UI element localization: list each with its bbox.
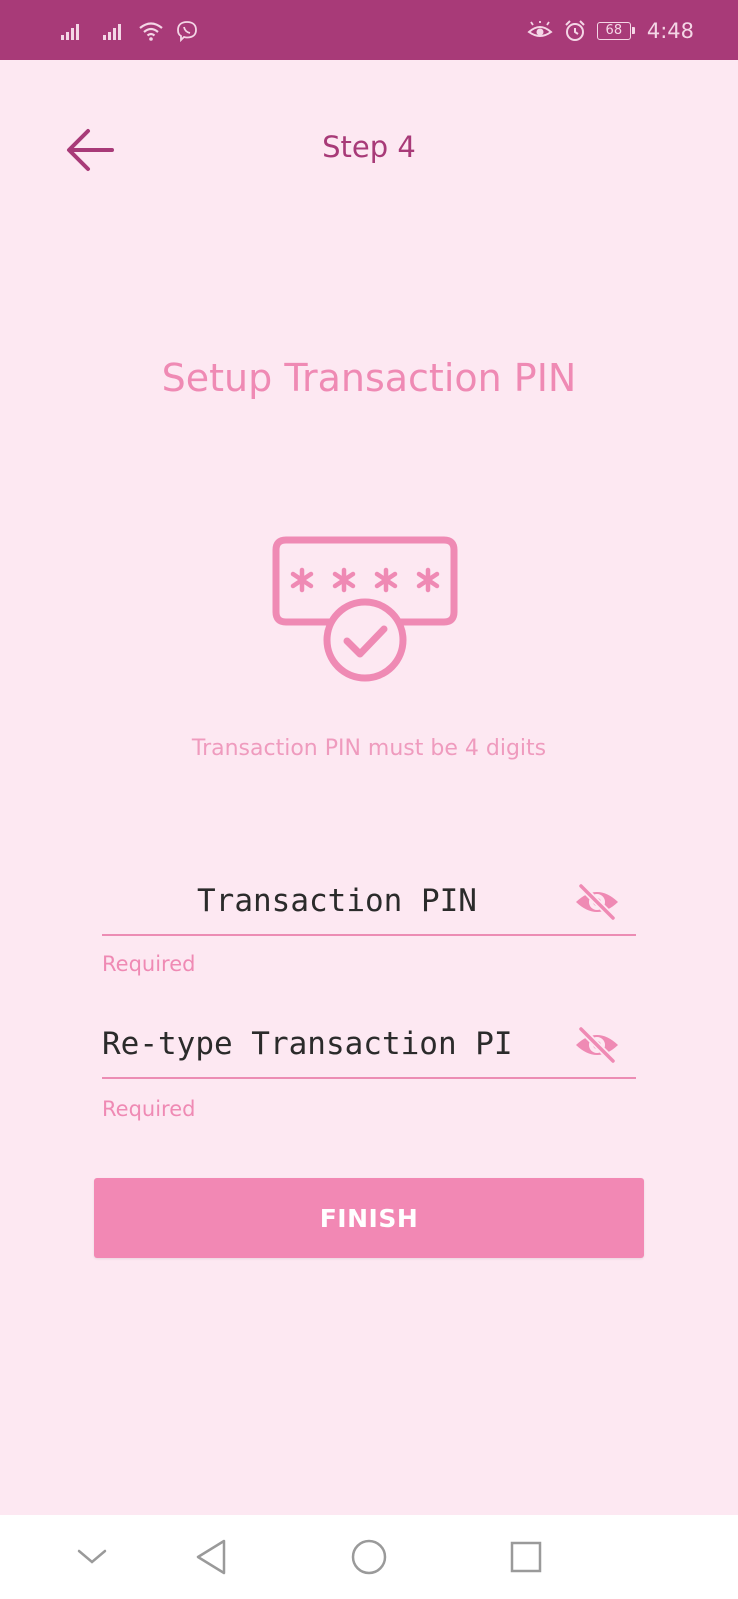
signal-icon: [61, 24, 79, 40]
page-title: Step 4: [322, 130, 416, 164]
setup-heading: Setup Transaction PIN: [161, 356, 577, 400]
navigation-bar: [0, 1515, 738, 1599]
hide-nav-button[interactable]: [70, 1535, 114, 1579]
toggle-pin-visibility-button[interactable]: [572, 882, 622, 922]
finish-button[interactable]: FINISH: [94, 1178, 644, 1258]
alarm-icon: [565, 20, 585, 41]
retype-pin-input[interactable]: [102, 1013, 572, 1075]
toggle-retype-visibility-button[interactable]: [572, 1025, 622, 1065]
recents-square-icon: [510, 1541, 542, 1573]
status-left-icons: [60, 16, 198, 46]
battery-indicator: 68: [596, 22, 635, 40]
back-triangle-icon: [196, 1539, 226, 1575]
signal-icon: [103, 24, 121, 40]
pin-check-icon: [270, 536, 466, 684]
eye-off-icon: [576, 883, 618, 921]
eye-off-icon: [576, 1026, 618, 1064]
viber-icon: [177, 21, 197, 42]
pin-hint: Transaction PIN must be 4 digits: [191, 736, 547, 761]
retype-pin-error: Required: [102, 1097, 196, 1121]
home-circle-icon: [351, 1539, 387, 1575]
nav-recents-button[interactable]: [504, 1535, 548, 1579]
retype-pin-field: [102, 1013, 636, 1079]
pin-field: [102, 870, 636, 936]
status-bar: 68 4:48: [0, 0, 738, 60]
eye-icon: [527, 21, 553, 37]
chevron-down-icon: [77, 1549, 107, 1564]
pin-input[interactable]: [102, 870, 572, 932]
nav-home-button[interactable]: [347, 1535, 391, 1579]
wifi-icon: [139, 22, 163, 41]
pin-error: Required: [102, 952, 196, 976]
status-time: 4:48: [646, 19, 694, 43]
nav-back-button[interactable]: [189, 1535, 233, 1579]
status-right-icons: 68 4:48: [527, 16, 694, 46]
